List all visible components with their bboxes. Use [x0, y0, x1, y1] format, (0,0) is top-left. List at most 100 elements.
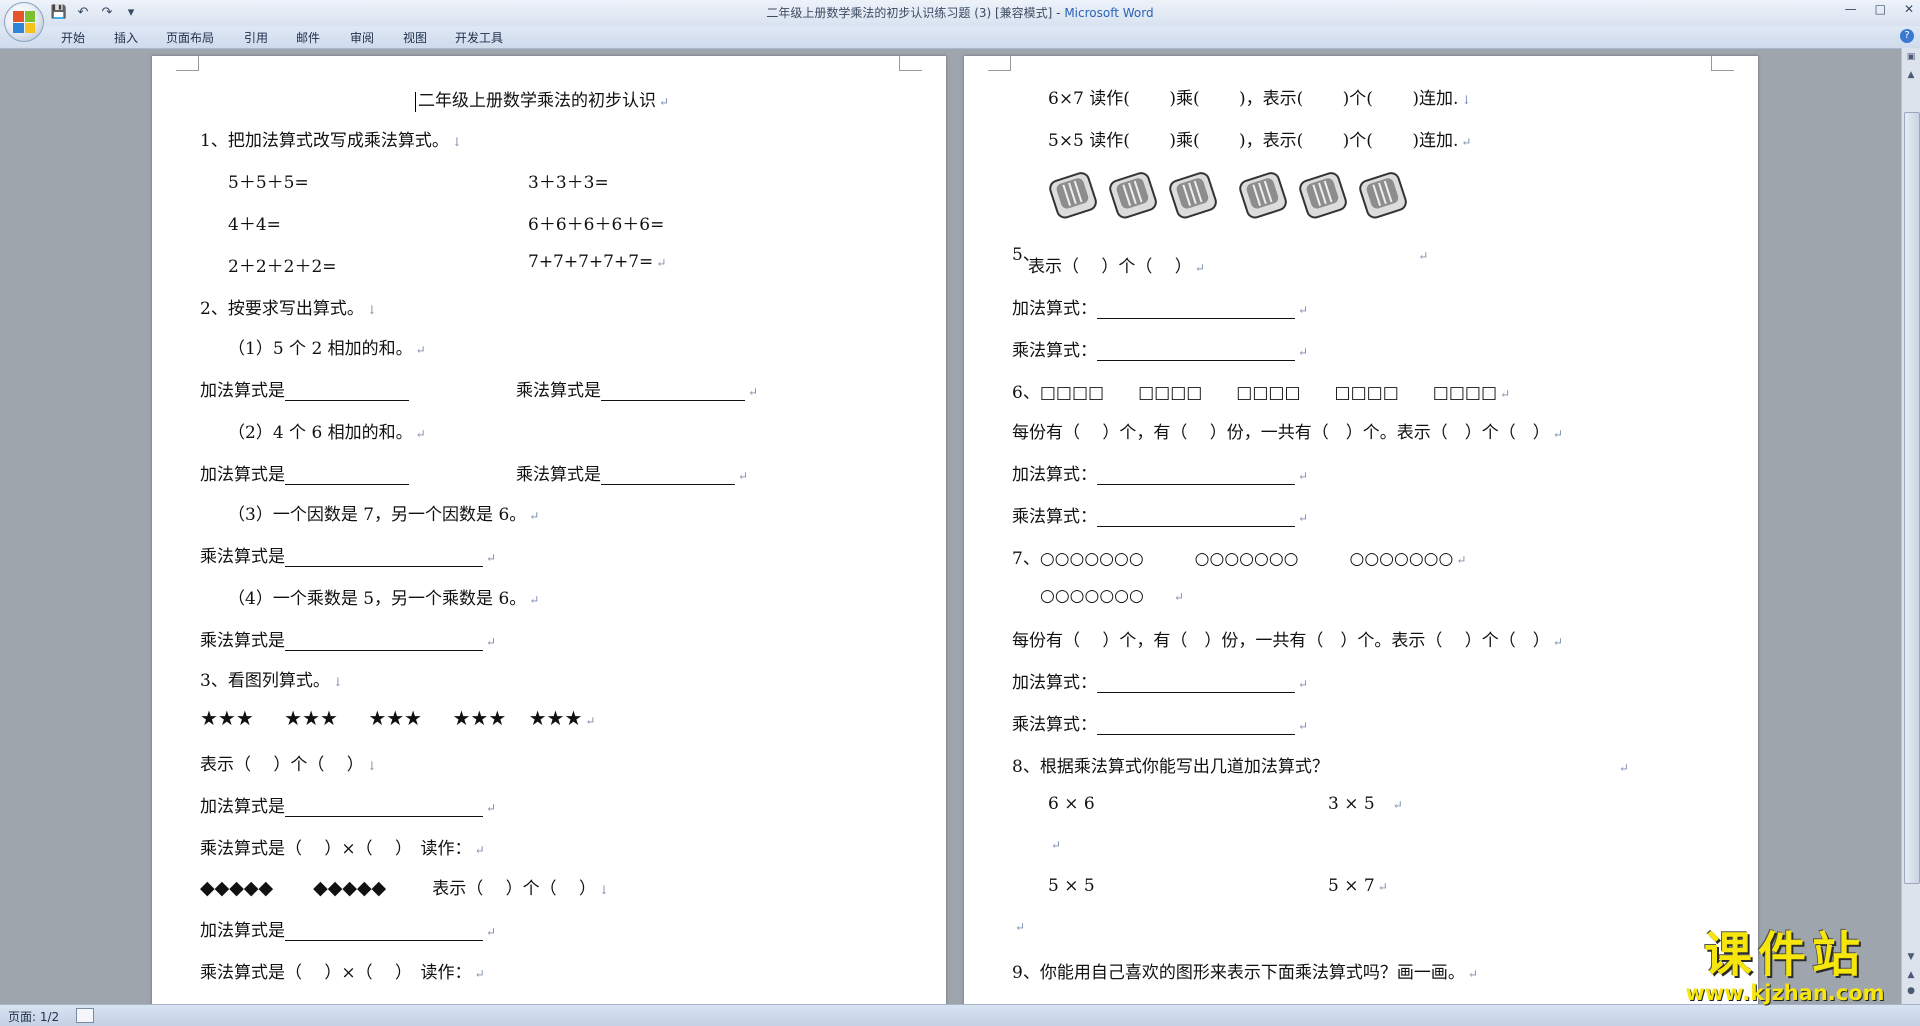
answer-line: 加法算式： ↵ — [1012, 299, 1309, 319]
answer-line: 加法算式是 ↵ — [200, 921, 497, 941]
star-group: ★★★ — [368, 706, 423, 730]
diamond-row: ◆◆◆◆◆ ◆◆◆◆◆ 表示（ ）个（ ） ↓ — [200, 877, 610, 899]
read-line: 6×7 读作( )乘( )，表示( )个( )连加. ↓ — [1048, 89, 1472, 109]
document-title: 二年级上册数学乘法的初步认识练习题 (3) [兼容模式] - — [766, 6, 1065, 20]
page-title: 二年级上册数学乘法的初步认识 ↵ — [415, 86, 669, 112]
watermark-url: www.kjzhan.com — [1685, 981, 1885, 1005]
answer-line: 加法算式是 — [200, 376, 409, 401]
answer-line: 乘法算式： ↵ — [1012, 341, 1309, 361]
eraser-icon — [1049, 172, 1098, 219]
scroll-down-icon[interactable]: ▼ — [1904, 950, 1918, 964]
q2-part-3: （3）一个因数是 7，另一个因数是 6。 ↵ — [228, 505, 540, 525]
window-controls: — □ ✕ — [1845, 2, 1914, 16]
tab-page-layout[interactable]: 页面布局 — [166, 29, 214, 46]
office-button[interactable] — [4, 2, 44, 42]
answer-line: 加法算式： ↵ — [1012, 673, 1309, 693]
q8-item: 5 × 7 ↵ — [1328, 876, 1388, 896]
site-watermark: 课件站 www.kjzhan.com — [1670, 928, 1900, 1004]
crop-mark — [988, 56, 1011, 71]
groups-line: 每份有（ ）个，有（ ）份，一共有（ ）个。表示（ ）个（ ） ↵ — [1012, 631, 1563, 651]
eraser-icon — [1109, 172, 1158, 219]
question-1: 1、把加法算式改写成乘法算式。 ↓ — [200, 131, 462, 151]
q2-part-4: （4）一个乘数是 5，另一个乘数是 6。 ↵ — [228, 589, 540, 609]
help-icon[interactable]: ? — [1900, 29, 1914, 43]
document-page-1[interactable]: 二年级上册数学乘法的初步认识 ↵ 1、把加法算式改写成乘法算式。 ↓ 5＋5＋5= … — [152, 56, 946, 1006]
q2-part-1: （1）5 个 2 相加的和。 ↵ — [228, 339, 426, 359]
empty-paragraph: ↵ — [1051, 838, 1062, 852]
minimize-button[interactable]: — — [1845, 2, 1857, 16]
crop-mark — [1711, 56, 1734, 71]
star-group-row: ★★★ ★★★ ★★★ ★★★ ★★★ ↵ — [200, 706, 596, 730]
answer-line: 加法算式是 — [200, 460, 409, 485]
q1-item: 6＋6＋6＋6＋6= — [528, 215, 665, 235]
tab-mailings[interactable]: 邮件 — [296, 29, 320, 46]
vertical-scrollbar[interactable]: ▣ ▲ ▼ ▲ ● — [1901, 48, 1920, 1004]
multiply-read-line: 乘法算式是（ ）×（ ） 读作： ↵ — [200, 963, 485, 983]
close-button[interactable]: ✕ — [1904, 2, 1914, 16]
browse-object-icon[interactable]: ● — [1904, 984, 1918, 998]
crop-mark — [176, 56, 199, 71]
q8-item: 6 × 6 — [1048, 794, 1095, 814]
star-group: ★★★ — [200, 706, 254, 730]
answer-line: 乘法算式： ↵ — [1012, 715, 1309, 735]
q1-item: 3＋3＋3= — [528, 173, 609, 193]
q1-item: 2＋2＋2＋2= — [228, 257, 337, 277]
office-logo-icon — [13, 11, 35, 33]
document-page-2[interactable]: 6×7 读作( )乘( )，表示( )个( )连加. ↓ 5×5 读作( )乘( … — [964, 56, 1758, 1006]
q1-item: 5＋5＋5= — [228, 173, 309, 193]
represent-line: 表示（ ）个（ ） ↵ — [1028, 257, 1205, 277]
scroll-up-icon[interactable]: ▲ — [1904, 68, 1918, 82]
question-8: 8、根据乘法算式你能写出几道加法算式？ ↵ — [1012, 757, 1629, 777]
groups-line: 每份有（ ）个，有（ ）份，一共有（ ）个。表示（ ）个（ ） ↵ — [1012, 423, 1563, 443]
watermark-logo-text: 课件站 — [1703, 927, 1866, 983]
question-6: 6、□□□□ □□□□ □□□□ □□□□ □□□□ ↵ — [1012, 383, 1511, 403]
ruler-toggle-icon[interactable]: ▣ — [1904, 50, 1918, 64]
maximize-button[interactable]: □ — [1875, 2, 1886, 16]
question-3: 3、看图列算式。 ↓ — [200, 671, 343, 691]
scrollbar-thumb[interactable] — [1904, 112, 1920, 884]
title-bar: 💾 ↶ ↷ ▾ 二年级上册数学乘法的初步认识练习题 (3) [兼容模式] - M… — [0, 0, 1920, 42]
answer-line: 乘法算式是 ↵ — [516, 381, 759, 401]
question-7: 7、○○○○○○○ ○○○○○○○ ○○○○○○○ ↵ — [1012, 549, 1467, 569]
q1-item: 4＋4= — [228, 215, 281, 235]
tab-home[interactable]: 开始 — [61, 29, 85, 46]
star-group: ★★★ — [284, 706, 338, 730]
tab-view[interactable]: 视图 — [403, 29, 427, 46]
empty-paragraph: ↵ — [1015, 920, 1026, 934]
multiply-read-line: 乘法算式是（ ）×（ ） 读作： ↵ — [200, 839, 485, 859]
q8-item: 3 × 5 ↵ — [1328, 794, 1403, 814]
page-count[interactable]: 页面: 1/2 — [8, 1008, 59, 1025]
answer-line: 乘法算式是 ↵ — [516, 465, 749, 485]
eraser-icon — [1359, 172, 1408, 219]
eraser-icon — [1239, 172, 1288, 219]
diamond-group: ◆◆◆◆◆ — [200, 877, 274, 899]
tab-developer[interactable]: 开发工具 — [455, 29, 503, 46]
eraser-images — [1045, 168, 1415, 227]
question-5: 5、 ↵ — [1012, 168, 1428, 265]
q8-item: 5 × 5 — [1048, 876, 1095, 896]
represent-line: 表示（ ）个（ ） — [432, 879, 597, 899]
question-2: 2、按要求写出算式。 ↓ — [200, 299, 377, 319]
answer-line: 加法算式： ↵ — [1012, 465, 1309, 485]
question-9: 9、你能用自己喜欢的图形来表示下面乘法算式吗？画一画。 ↵ — [1012, 963, 1478, 983]
tab-review[interactable]: 审阅 — [350, 29, 374, 46]
proofing-icon[interactable] — [76, 1008, 94, 1023]
eraser-icon — [1299, 172, 1348, 219]
eraser-icon — [1169, 172, 1218, 219]
crop-mark — [899, 56, 922, 71]
q1-item: 7+7+7+7+7= ↵ — [528, 252, 667, 272]
previous-page-icon[interactable]: ▲ — [1904, 968, 1918, 982]
star-group: ★★★ — [528, 706, 583, 730]
answer-line: 乘法算式： ↵ — [1012, 507, 1309, 527]
app-name: Microsoft Word — [1064, 6, 1154, 20]
ribbon-tabs: 开始 插入 页面布局 引用 邮件 审阅 视图 开发工具 ? — [0, 26, 1920, 49]
answer-line: 乘法算式是 ↵ — [200, 547, 497, 567]
tab-insert[interactable]: 插入 — [114, 29, 138, 46]
represent-line: 表示（ ）个（ ） ↓ — [200, 755, 377, 775]
window-title: 二年级上册数学乘法的初步认识练习题 (3) [兼容模式] - Microsoft… — [0, 4, 1920, 21]
q7-circles: ○○○○○○○ ↵ — [1040, 586, 1184, 606]
tab-references[interactable]: 引用 — [244, 29, 268, 46]
diamond-group: ◆◆◆◆◆ — [313, 877, 387, 899]
q2-part-2: （2）4 个 6 相加的和。 ↵ — [228, 423, 426, 443]
status-bar: 页面: 1/2 — [0, 1004, 1920, 1026]
